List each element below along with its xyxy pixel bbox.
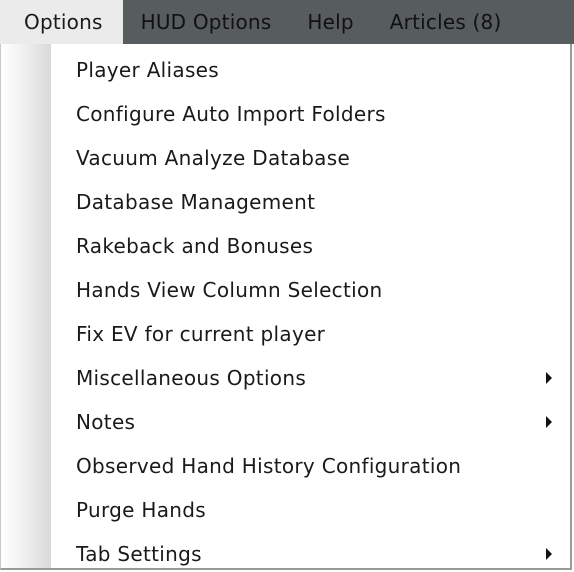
menu-hud-options[interactable]: HUD Options [123,0,290,44]
menu-item-hands-view-column-selection[interactable]: Hands View Column Selection [1,268,570,312]
menu-item-observed-hand-history-configuration[interactable]: Observed Hand History Configuration [1,444,570,488]
menu-item-label: Hands View Column Selection [76,278,383,302]
options-dropdown-menu: Player Aliases Configure Auto Import Fol… [0,44,572,570]
menu-articles[interactable]: Articles (8) [372,0,520,44]
menu-item-purge-hands[interactable]: Purge Hands [1,488,570,532]
menu-item-label: Database Management [76,190,316,214]
menu-item-label: Purge Hands [76,498,206,522]
menu-item-label: Rakeback and Bonuses [76,234,314,258]
menu-item-configure-auto-import-folders[interactable]: Configure Auto Import Folders [1,92,570,136]
menu-item-label: Configure Auto Import Folders [76,102,386,126]
menu-item-label: Fix EV for current player [76,322,326,346]
menu-item-rakeback-and-bonuses[interactable]: Rakeback and Bonuses [1,224,570,268]
menu-item-label: Miscellaneous Options [76,366,307,390]
menu-bar: Options HUD Options Help Articles (8) [0,0,574,44]
submenu-arrow-icon [546,372,552,384]
menu-item-label: Player Aliases [76,58,219,82]
menu-item-database-management[interactable]: Database Management [1,180,570,224]
menu-item-label: Notes [76,410,136,434]
menu-item-tab-settings[interactable]: Tab Settings [1,532,570,572]
submenu-arrow-icon [546,548,552,560]
menu-help[interactable]: Help [289,0,371,44]
dropdown-items: Player Aliases Configure Auto Import Fol… [1,48,570,572]
submenu-arrow-icon [546,416,552,428]
menu-options[interactable]: Options [0,0,123,44]
menu-item-notes[interactable]: Notes [1,400,570,444]
menu-item-label: Observed Hand History Configuration [76,454,462,478]
menu-item-vacuum-analyze-database[interactable]: Vacuum Analyze Database [1,136,570,180]
menu-item-fix-ev[interactable]: Fix EV for current player [1,312,570,356]
menu-item-label: Tab Settings [76,542,202,566]
menu-item-miscellaneous-options[interactable]: Miscellaneous Options [1,356,570,400]
app-root: Options HUD Options Help Articles (8) Pl… [0,0,574,572]
menu-item-label: Vacuum Analyze Database [76,146,351,170]
menu-item-player-aliases[interactable]: Player Aliases [1,48,570,92]
